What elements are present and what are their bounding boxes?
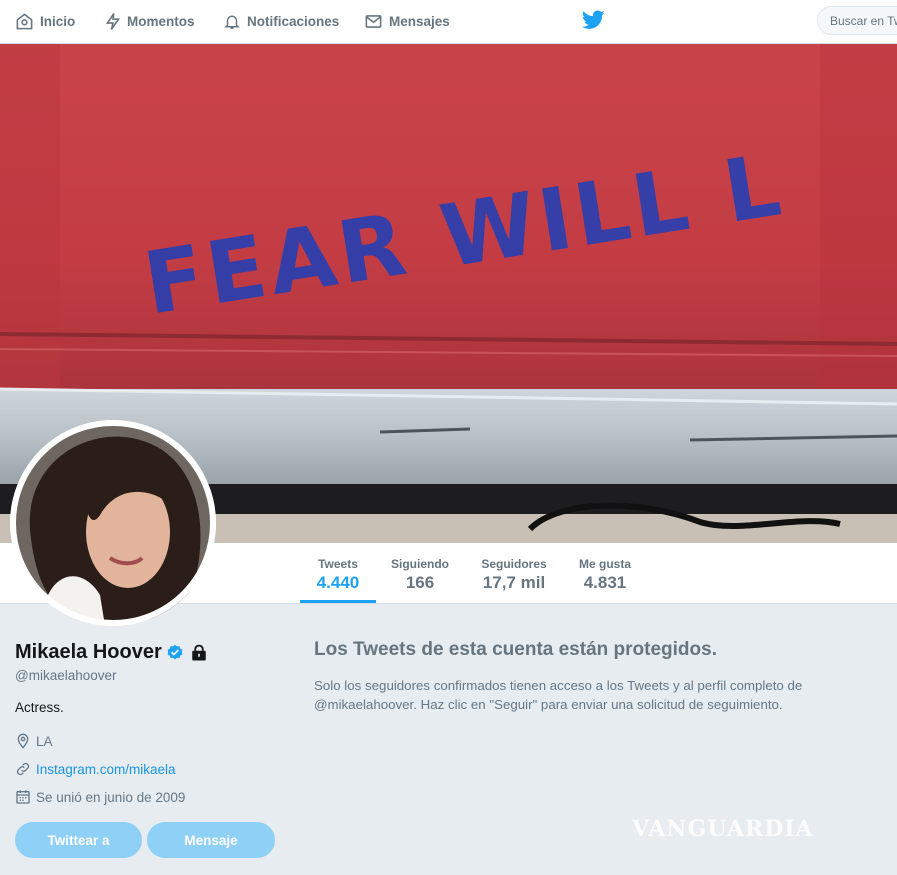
nav-messages[interactable]: Mensajes xyxy=(364,0,450,43)
avatar-photo xyxy=(10,420,216,626)
profile-bio: Actress. xyxy=(15,700,64,715)
profile-link-url[interactable]: Instagram.com/mikaela xyxy=(36,762,176,777)
stat-tweets[interactable]: Tweets 4.440 xyxy=(300,543,376,603)
protected-title: Los Tweets de esta cuenta están protegid… xyxy=(314,639,717,660)
lightning-icon xyxy=(105,13,121,30)
profile-joined: Se unió en junio de 2009 xyxy=(15,789,185,805)
nav-messages-label: Mensajes xyxy=(389,14,450,29)
top-navigation: Inicio Momentos Notificaciones Mensajes … xyxy=(0,0,897,44)
avatar[interactable] xyxy=(10,420,216,626)
nav-moments-label: Momentos xyxy=(127,14,195,29)
nav-home-label: Inicio xyxy=(40,14,76,29)
nav-home[interactable]: Inicio xyxy=(15,0,75,43)
profile-link: Instagram.com/mikaela xyxy=(15,761,176,777)
profile-location: LA xyxy=(15,733,53,749)
profile-handle[interactable]: @mikaelahoover xyxy=(15,668,117,683)
profile-name-text: Mikaela Hoover xyxy=(15,641,162,663)
tweet-to-button[interactable]: Twittear a xyxy=(15,822,142,858)
search-input[interactable]: Buscar en Tw xyxy=(817,6,897,35)
home-icon xyxy=(16,13,33,30)
stat-tweets-label: Tweets xyxy=(318,557,358,571)
message-button[interactable]: Mensaje xyxy=(147,822,275,858)
stat-following-label: Siguiendo xyxy=(391,557,449,571)
profile-joined-text: Se unió en junio de 2009 xyxy=(36,789,186,805)
lock-icon xyxy=(191,644,206,660)
stat-likes[interactable]: Me gusta 4.831 xyxy=(572,543,638,603)
protected-text: Solo los seguidores confirmados tienen a… xyxy=(314,678,803,712)
stat-followers-label: Seguidores xyxy=(481,557,547,571)
calendar-icon xyxy=(16,790,30,804)
verified-badge-icon xyxy=(167,644,183,659)
stat-following-value: 166 xyxy=(405,573,435,592)
stat-followers[interactable]: Seguidores 17,7 mil xyxy=(474,543,554,603)
stat-likes-value: 4.831 xyxy=(583,573,627,592)
nav-notifications-label: Notificaciones xyxy=(247,14,340,29)
location-pin-icon xyxy=(17,733,29,749)
bell-icon xyxy=(224,15,240,29)
envelope-icon xyxy=(365,15,382,28)
profile-location-text: LA xyxy=(36,733,53,749)
vanguardia-watermark: VANGUARDIA xyxy=(632,816,814,842)
profile-name[interactable]: Mikaela Hoover xyxy=(15,641,208,664)
nav-moments[interactable]: Momentos xyxy=(105,0,195,43)
search-placeholder: Buscar en Tw xyxy=(830,13,897,28)
stat-tweets-value: 4.440 xyxy=(316,573,360,592)
stat-likes-label: Me gusta xyxy=(578,557,631,571)
twitter-logo-icon[interactable] xyxy=(582,10,605,30)
stat-following[interactable]: Siguiendo 166 xyxy=(386,543,454,603)
stat-followers-value: 17,7 mil xyxy=(482,573,546,592)
nav-notifications[interactable]: Notificaciones xyxy=(223,0,339,43)
link-icon xyxy=(16,762,30,776)
